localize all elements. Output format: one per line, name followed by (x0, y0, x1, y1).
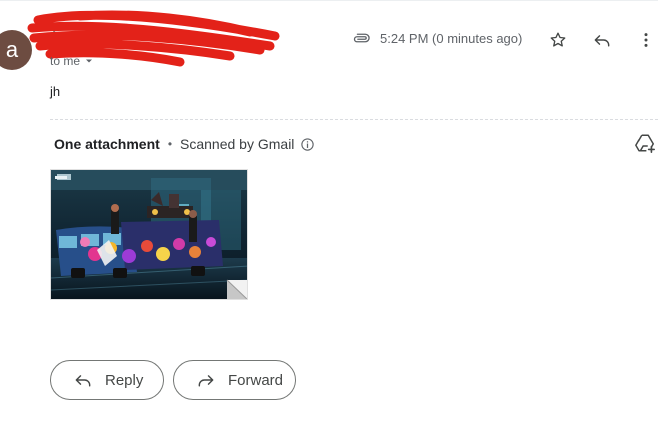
attachments-divider (50, 119, 658, 120)
reply-button[interactable]: Reply (50, 360, 164, 400)
more-vert-icon (644, 33, 648, 47)
reply-button-top[interactable] (588, 26, 616, 54)
sender-avatar[interactable]: a (0, 30, 32, 70)
info-icon[interactable] (300, 137, 315, 152)
star-button[interactable] (544, 26, 572, 54)
attachment-image (51, 170, 247, 299)
forward-label: Forward (228, 371, 284, 389)
chevron-down-icon (86, 59, 93, 63)
reply-icon (75, 375, 91, 387)
more-options-button[interactable] (632, 26, 658, 54)
message-body: jh (50, 84, 61, 99)
avatar-letter: a (5, 37, 19, 62)
scan-status: Scanned by Gmail (180, 136, 295, 152)
recipient-label: to me (50, 54, 81, 68)
forward-icon (198, 375, 214, 387)
message-time: 5:24 PM (0 minutes ago) (380, 30, 523, 46)
attachment-count: One attachment (54, 136, 160, 152)
reply-icon (594, 35, 610, 47)
attachment-thumbnail[interactable] (50, 169, 248, 300)
add-to-drive-icon[interactable] (634, 132, 656, 154)
sender-name[interactable]: j .com (52, 28, 97, 45)
separator-dot: • (167, 137, 173, 151)
message-meta: 5:24 PM (0 minutes ago) (352, 26, 522, 50)
paperclip-icon (353, 33, 370, 43)
recipient-details-toggle[interactable]: to me (50, 54, 94, 68)
star-icon (550, 32, 566, 47)
attachments-header: One attachment • Scanned by Gmail (54, 135, 315, 153)
forward-button[interactable]: Forward (173, 360, 296, 400)
top-divider (0, 0, 658, 6)
reply-label: Reply (105, 371, 144, 389)
